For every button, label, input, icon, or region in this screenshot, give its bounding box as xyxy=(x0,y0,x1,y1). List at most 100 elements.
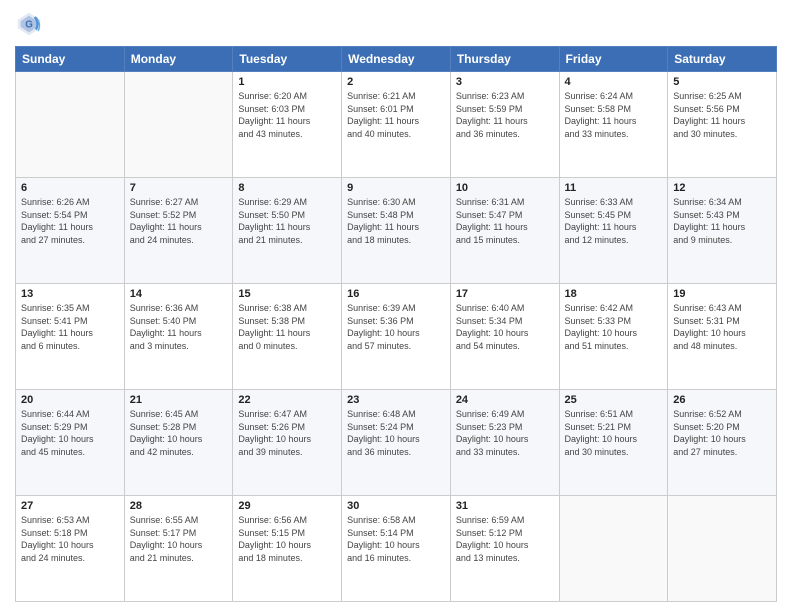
calendar-week-1: 6 Sunrise: 6:26 AMSunset: 5:54 PMDaylight… xyxy=(16,178,777,284)
day-number: 9 xyxy=(347,182,445,194)
calendar-cell: 24 Sunrise: 6:49 AMSunset: 5:23 PMDayligh… xyxy=(450,390,559,496)
day-number: 18 xyxy=(565,288,663,300)
day-info: Sunrise: 6:43 AMSunset: 5:31 PMDaylight:… xyxy=(673,302,771,352)
day-number: 21 xyxy=(130,394,228,406)
calendar-cell: 15 Sunrise: 6:38 AMSunset: 5:38 PMDayligh… xyxy=(233,284,342,390)
day-number: 20 xyxy=(21,394,119,406)
calendar-cell: 31 Sunrise: 6:59 AMSunset: 5:12 PMDayligh… xyxy=(450,496,559,602)
day-number: 29 xyxy=(238,500,336,512)
day-number: 26 xyxy=(673,394,771,406)
day-info: Sunrise: 6:51 AMSunset: 5:21 PMDaylight:… xyxy=(565,408,663,458)
day-info: Sunrise: 6:47 AMSunset: 5:26 PMDaylight:… xyxy=(238,408,336,458)
calendar-cell: 16Sunrise: 6:39 AMSunset: 5:36 PMDayligh… xyxy=(342,284,451,390)
day-info: Sunrise: 6:59 AMSunset: 5:12 PMDaylight:… xyxy=(456,514,554,564)
day-info: Sunrise: 6:38 AMSunset: 5:38 PMDaylight:… xyxy=(238,302,336,352)
calendar-cell: 27 Sunrise: 6:53 AMSunset: 5:18 PMDayligh… xyxy=(16,496,125,602)
calendar-cell xyxy=(16,72,125,178)
calendar-cell: 21 Sunrise: 6:45 AMSunset: 5:28 PMDayligh… xyxy=(124,390,233,496)
calendar-cell: 25 Sunrise: 6:51 AMSunset: 5:21 PMDayligh… xyxy=(559,390,668,496)
calendar-cell: 6 Sunrise: 6:26 AMSunset: 5:54 PMDaylight… xyxy=(16,178,125,284)
calendar-cell: 23 Sunrise: 6:48 AMSunset: 5:24 PMDayligh… xyxy=(342,390,451,496)
calendar-cell xyxy=(668,496,777,602)
day-info: Sunrise: 6:34 AMSunset: 5:43 PMDaylight:… xyxy=(673,196,771,246)
calendar-cell: 7Sunrise: 6:27 AMSunset: 5:52 PMDaylight… xyxy=(124,178,233,284)
day-number: 4 xyxy=(565,76,663,88)
day-info: Sunrise: 6:53 AMSunset: 5:18 PMDaylight:… xyxy=(21,514,119,564)
day-info: Sunrise: 6:58 AMSunset: 5:14 PMDaylight:… xyxy=(347,514,445,564)
day-number: 11 xyxy=(565,182,663,194)
day-info: Sunrise: 6:55 AMSunset: 5:17 PMDaylight:… xyxy=(130,514,228,564)
day-info: Sunrise: 6:44 AMSunset: 5:29 PMDaylight:… xyxy=(21,408,119,458)
day-number: 13 xyxy=(21,288,119,300)
calendar-cell: 28 Sunrise: 6:55 AMSunset: 5:17 PMDayligh… xyxy=(124,496,233,602)
calendar-cell: 8 Sunrise: 6:29 AMSunset: 5:50 PMDaylight… xyxy=(233,178,342,284)
calendar-cell: 4 Sunrise: 6:24 AMSunset: 5:58 PMDaylight… xyxy=(559,72,668,178)
calendar-cell: 2 Sunrise: 6:21 AMSunset: 6:01 PMDaylight… xyxy=(342,72,451,178)
day-info: Sunrise: 6:30 AMSunset: 5:48 PMDaylight:… xyxy=(347,196,445,246)
day-info: Sunrise: 6:31 AMSunset: 5:47 PMDaylight:… xyxy=(456,196,554,246)
calendar-page: G SundayMondayTuesdayWednesdayThursdayFr… xyxy=(0,0,792,612)
day-info: Sunrise: 6:52 AMSunset: 5:20 PMDaylight:… xyxy=(673,408,771,458)
calendar-week-4: 27 Sunrise: 6:53 AMSunset: 5:18 PMDayligh… xyxy=(16,496,777,602)
day-number: 22 xyxy=(238,394,336,406)
calendar-week-0: 1Sunrise: 6:20 AMSunset: 6:03 PMDaylight… xyxy=(16,72,777,178)
day-info: Sunrise: 6:36 AMSunset: 5:40 PMDaylight:… xyxy=(130,302,228,352)
day-number: 7 xyxy=(130,182,228,194)
calendar-cell: 19 Sunrise: 6:43 AMSunset: 5:31 PMDayligh… xyxy=(668,284,777,390)
day-number: 3 xyxy=(456,76,554,88)
calendar-cell xyxy=(559,496,668,602)
calendar-cell: 13Sunrise: 6:35 AMSunset: 5:41 PMDayligh… xyxy=(16,284,125,390)
svg-text:G: G xyxy=(25,20,33,31)
calendar-cell: 17Sunrise: 6:40 AMSunset: 5:34 PMDayligh… xyxy=(450,284,559,390)
calendar-cell: 14 Sunrise: 6:36 AMSunset: 5:40 PMDayligh… xyxy=(124,284,233,390)
day-number: 27 xyxy=(21,500,119,512)
day-number: 12 xyxy=(673,182,771,194)
header: G xyxy=(15,10,777,38)
day-number: 6 xyxy=(21,182,119,194)
col-header-friday: Friday xyxy=(559,47,668,72)
col-header-sunday: Sunday xyxy=(16,47,125,72)
day-info: Sunrise: 6:21 AMSunset: 6:01 PMDaylight:… xyxy=(347,90,445,140)
calendar-cell: 11 Sunrise: 6:33 AMSunset: 5:45 PMDayligh… xyxy=(559,178,668,284)
day-number: 2 xyxy=(347,76,445,88)
calendar-cell: 9 Sunrise: 6:30 AMSunset: 5:48 PMDaylight… xyxy=(342,178,451,284)
calendar-cell: 1Sunrise: 6:20 AMSunset: 6:03 PMDaylight… xyxy=(233,72,342,178)
day-number: 10 xyxy=(456,182,554,194)
calendar-cell: 20 Sunrise: 6:44 AMSunset: 5:29 PMDayligh… xyxy=(16,390,125,496)
col-header-thursday: Thursday xyxy=(450,47,559,72)
calendar-cell: 30 Sunrise: 6:58 AMSunset: 5:14 PMDayligh… xyxy=(342,496,451,602)
day-number: 31 xyxy=(456,500,554,512)
col-header-tuesday: Tuesday xyxy=(233,47,342,72)
day-number: 19 xyxy=(673,288,771,300)
day-number: 28 xyxy=(130,500,228,512)
calendar-cell xyxy=(124,72,233,178)
day-info: Sunrise: 6:45 AMSunset: 5:28 PMDaylight:… xyxy=(130,408,228,458)
calendar-cell: 3Sunrise: 6:23 AMSunset: 5:59 PMDaylight… xyxy=(450,72,559,178)
calendar-cell: 10 Sunrise: 6:31 AMSunset: 5:47 PMDayligh… xyxy=(450,178,559,284)
day-info: Sunrise: 6:56 AMSunset: 5:15 PMDaylight:… xyxy=(238,514,336,564)
calendar-table: SundayMondayTuesdayWednesdayThursdayFrid… xyxy=(15,46,777,602)
col-header-wednesday: Wednesday xyxy=(342,47,451,72)
day-number: 17 xyxy=(456,288,554,300)
day-number: 30 xyxy=(347,500,445,512)
day-number: 8 xyxy=(238,182,336,194)
day-number: 1 xyxy=(238,76,336,88)
calendar-cell: 5Sunrise: 6:25 AMSunset: 5:56 PMDaylight… xyxy=(668,72,777,178)
day-info: Sunrise: 6:49 AMSunset: 5:23 PMDaylight:… xyxy=(456,408,554,458)
day-info: Sunrise: 6:24 AMSunset: 5:58 PMDaylight:… xyxy=(565,90,663,140)
day-info: Sunrise: 6:48 AMSunset: 5:24 PMDaylight:… xyxy=(347,408,445,458)
day-info: Sunrise: 6:33 AMSunset: 5:45 PMDaylight:… xyxy=(565,196,663,246)
col-header-monday: Monday xyxy=(124,47,233,72)
day-number: 14 xyxy=(130,288,228,300)
calendar-cell: 22 Sunrise: 6:47 AMSunset: 5:26 PMDayligh… xyxy=(233,390,342,496)
day-info: Sunrise: 6:26 AMSunset: 5:54 PMDaylight:… xyxy=(21,196,119,246)
day-number: 16 xyxy=(347,288,445,300)
day-number: 15 xyxy=(238,288,336,300)
day-info: Sunrise: 6:29 AMSunset: 5:50 PMDaylight:… xyxy=(238,196,336,246)
day-number: 5 xyxy=(673,76,771,88)
logo: G xyxy=(15,10,45,38)
calendar-cell: 12 Sunrise: 6:34 AMSunset: 5:43 PMDayligh… xyxy=(668,178,777,284)
day-number: 24 xyxy=(456,394,554,406)
day-number: 25 xyxy=(565,394,663,406)
day-number: 23 xyxy=(347,394,445,406)
